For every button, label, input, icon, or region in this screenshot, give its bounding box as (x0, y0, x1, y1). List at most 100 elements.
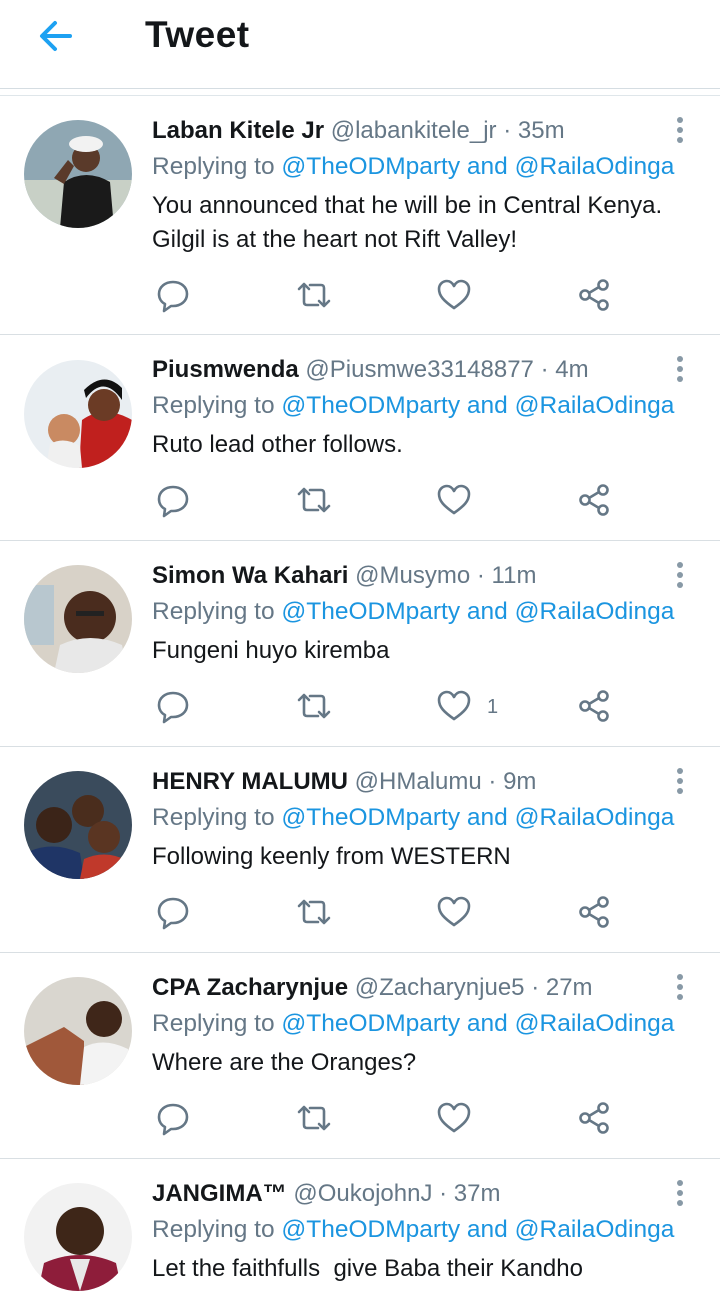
share-icon (579, 1102, 609, 1134)
share-button[interactable] (577, 894, 613, 930)
reply-button[interactable] (155, 277, 191, 313)
reply-icon (157, 1103, 189, 1136)
mention-link[interactable]: @TheODMparty (281, 1010, 460, 1037)
retweet-button[interactable] (296, 1100, 332, 1136)
mention-link[interactable]: @RailaOdinga (515, 1010, 675, 1037)
mention-link[interactable]: @RailaOdinga (515, 1216, 675, 1243)
share-icon (579, 896, 609, 928)
mention-link[interactable]: @TheODMparty (281, 804, 460, 831)
author-name[interactable]: Laban Kitele Jr (152, 117, 324, 144)
like-icon (437, 484, 471, 515)
tweet[interactable]: CPA Zacharynjue @Zacharynjue5 · 27m Repl… (0, 953, 720, 1159)
avatar[interactable] (24, 120, 132, 228)
mention-link[interactable]: @TheODMparty (281, 598, 460, 625)
tweet-text: Where are the Oranges? (152, 1049, 417, 1076)
more-button[interactable] (668, 560, 692, 590)
timestamp: 9m (503, 768, 537, 795)
tweet[interactable]: HENRY MALUMU @HMalumu · 9m Replying to @… (0, 747, 720, 953)
share-button[interactable] (577, 1100, 613, 1136)
like-button[interactable] (436, 277, 472, 313)
share-button[interactable] (577, 482, 613, 518)
avatar[interactable] (24, 360, 132, 468)
more-button[interactable] (668, 115, 692, 145)
retweet-button[interactable] (296, 688, 332, 724)
timestamp: 35m (517, 117, 565, 144)
avatar[interactable] (24, 977, 132, 1085)
replying-to: Replying to @TheODMparty and @RailaOding… (152, 1010, 675, 1037)
author-name[interactable]: Piusmwenda (152, 356, 299, 383)
more-icon (677, 1180, 683, 1206)
more-icon (677, 562, 683, 588)
avatar[interactable] (24, 771, 132, 879)
like-button[interactable] (436, 688, 472, 724)
reply-button[interactable] (155, 482, 191, 518)
like-icon (437, 1102, 471, 1133)
tweet[interactable]: JANGIMA™ @OukojohnJ · 37m Replying to @T… (0, 1159, 720, 1298)
retweet-icon (297, 693, 331, 719)
author-name[interactable]: Simon Wa Kahari (152, 562, 348, 589)
more-button[interactable] (668, 354, 692, 384)
mention-link[interactable]: @TheODMparty (281, 392, 460, 419)
mention-link[interactable]: @RailaOdinga (515, 392, 675, 419)
retweet-icon (297, 487, 331, 513)
like-button[interactable] (436, 482, 472, 518)
reply-button[interactable] (155, 688, 191, 724)
mention-link[interactable]: @TheODMparty (281, 153, 460, 180)
separator-dot: · (503, 117, 512, 144)
tweet[interactable]: Laban Kitele Jr @labankitele_jr · 35m Re… (0, 97, 720, 335)
like-button[interactable] (436, 1100, 472, 1136)
tweet[interactable]: Piusmwenda @Piusmwe33148877 · 4m Replyin… (0, 335, 720, 541)
mention-link[interactable]: @TheODMparty (281, 1216, 460, 1243)
retweet-icon (297, 282, 331, 308)
share-button[interactable] (577, 688, 613, 724)
like-icon (437, 896, 471, 927)
retweet-button[interactable] (296, 277, 332, 313)
reply-icon (157, 897, 189, 930)
more-button[interactable] (668, 972, 692, 1002)
more-button[interactable] (668, 1178, 692, 1208)
replying-to: Replying to @TheODMparty and @RailaOding… (152, 153, 675, 180)
mention-link[interactable]: @RailaOdinga (515, 804, 675, 831)
more-icon (677, 768, 683, 794)
replying-to: Replying to @TheODMparty and @RailaOding… (152, 1216, 675, 1243)
retweet-icon (297, 899, 331, 925)
timestamp: 11m (491, 562, 537, 589)
author-handle: @labankitele_jr (330, 117, 497, 144)
more-button[interactable] (668, 766, 692, 796)
author-name[interactable]: CPA Zacharynjue (152, 974, 348, 1001)
reply-button[interactable] (155, 1100, 191, 1136)
tweet[interactable]: Simon Wa Kahari @Musymo · 11m Replying t… (0, 541, 720, 747)
author-handle: @Zacharynjue5 (354, 974, 525, 1001)
share-icon (579, 484, 609, 516)
arrow-left-icon (40, 21, 72, 51)
avatar[interactable] (24, 1183, 132, 1291)
separator-dot: · (476, 562, 485, 589)
author-name[interactable]: JANGIMA™ (152, 1180, 287, 1207)
mention-link[interactable]: @RailaOdinga (515, 598, 675, 625)
author-handle: @HMalumu (354, 768, 482, 795)
back-button[interactable] (36, 16, 76, 56)
author-name[interactable]: HENRY MALUMU (152, 768, 348, 795)
like-button[interactable] (436, 894, 472, 930)
author-handle: @Piusmwe33148877 (305, 356, 534, 383)
tweet-text: Fungeni huyo kiremba (152, 637, 390, 664)
tweet-text: Ruto lead other follows. (152, 431, 403, 458)
page-title: Tweet (145, 14, 250, 55)
separator-dot: · (439, 1180, 448, 1207)
reply-button[interactable] (155, 894, 191, 930)
timestamp: 37m (453, 1180, 501, 1207)
more-icon (677, 974, 683, 1000)
reply-icon (157, 485, 189, 518)
reply-icon (157, 280, 189, 313)
share-button[interactable] (577, 277, 613, 313)
retweet-button[interactable] (296, 482, 332, 518)
timestamp: 4m (555, 356, 589, 383)
retweet-button[interactable] (296, 894, 332, 930)
avatar[interactable] (24, 565, 132, 673)
tweet-text: Following keenly from WESTERN (152, 843, 511, 870)
mention-link[interactable]: @RailaOdinga (515, 153, 675, 180)
more-icon (677, 117, 683, 143)
more-icon (677, 356, 683, 382)
like-icon (437, 690, 471, 721)
replying-to: Replying to @TheODMparty and @RailaOding… (152, 392, 675, 419)
